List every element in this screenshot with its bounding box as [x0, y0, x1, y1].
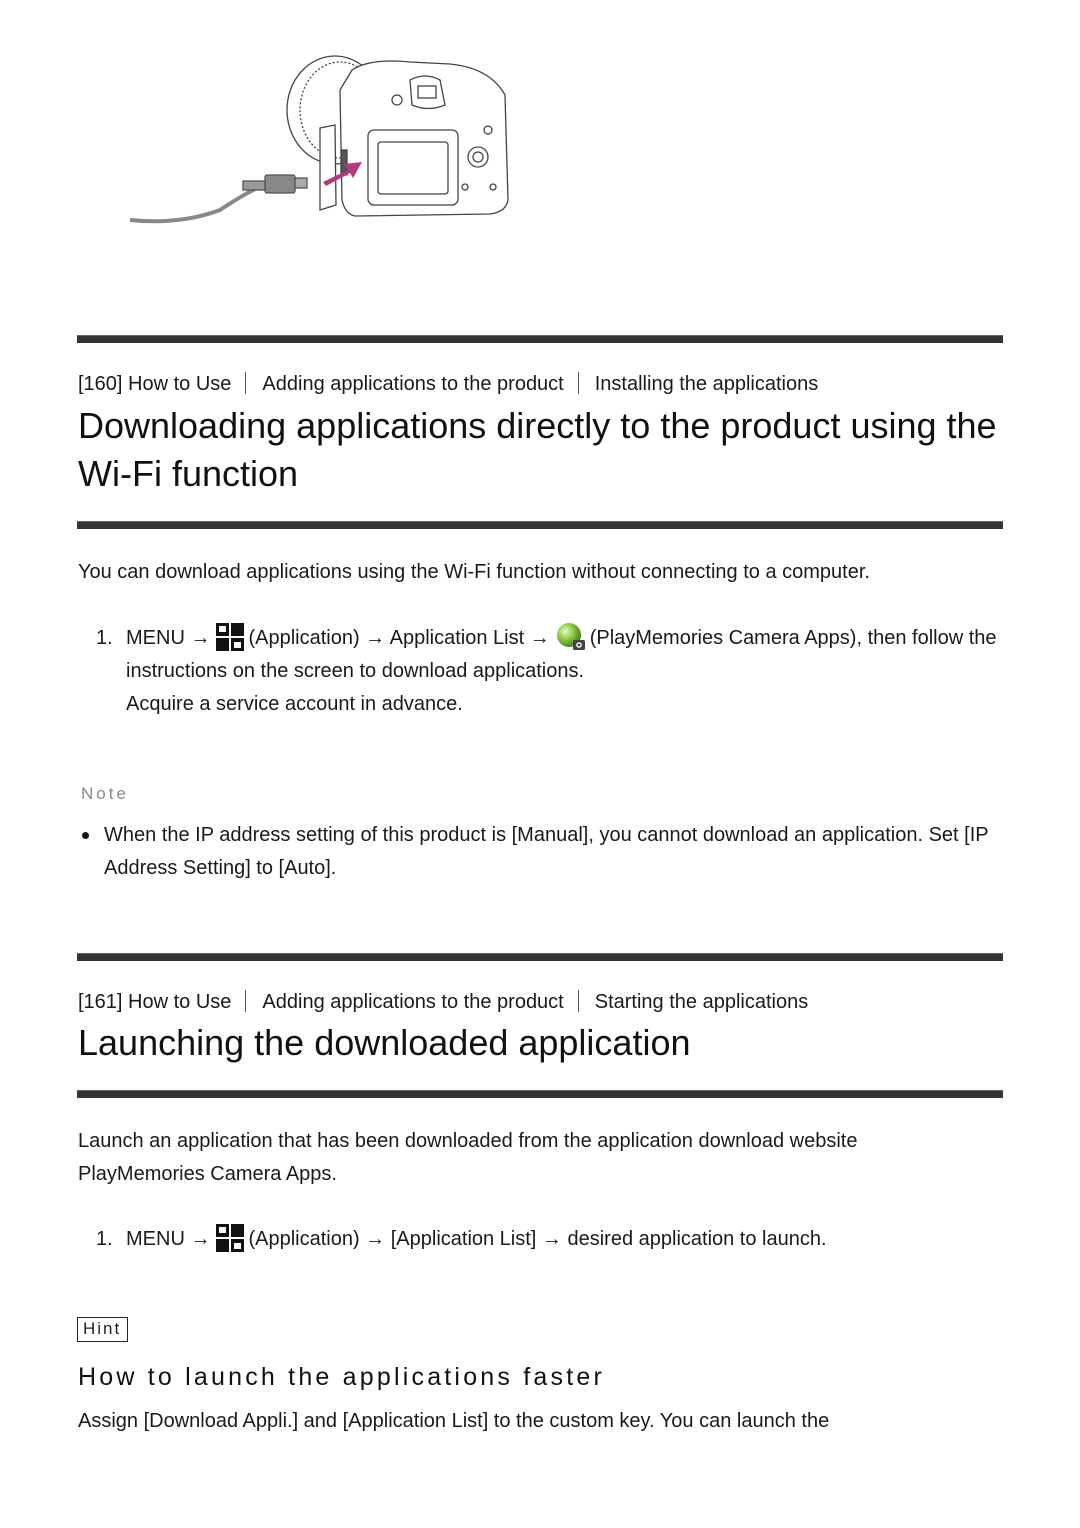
- application-icon: [216, 1224, 245, 1252]
- application-path-label: (Application) → [Application List] → des…: [248, 1228, 827, 1250]
- breadcrumb-item-installing-applications[interactable]: Installing the applications: [595, 373, 818, 395]
- hint-label: Hint: [77, 1317, 129, 1342]
- breadcrumb-separator: [245, 372, 247, 394]
- note-text: When the IP address setting of this prod…: [104, 824, 989, 879]
- bullet-dot: [82, 832, 89, 839]
- hint-text: Assign [Download Appli.] and [Applicatio…: [78, 1410, 830, 1432]
- menu-label: MENU →: [126, 627, 211, 649]
- step-extra-text: Acquire a service account in advance.: [126, 693, 463, 715]
- breadcrumb-separator: [577, 990, 579, 1012]
- camera-usb-connection-illustration-icon: [129, 55, 509, 224]
- step-number: 1.: [96, 627, 113, 649]
- breadcrumb-item-how-to-use[interactable]: How to Use: [128, 373, 231, 395]
- step-item: 1. MENU → (Application) → [Application L…: [96, 1223, 1006, 1256]
- step-item: 1. MENU → (Application) → Application Li…: [96, 622, 1006, 721]
- breadcrumb: [160] How to Use Adding applications to t…: [78, 372, 818, 396]
- note-item: When the IP address setting of this prod…: [82, 819, 1002, 885]
- breadcrumb-item-how-to-use[interactable]: How to Use: [128, 991, 231, 1013]
- section-divider: [77, 521, 1003, 529]
- section-divider: [77, 335, 1003, 343]
- application-icon: [216, 623, 245, 651]
- breadcrumb-index: [160]: [78, 373, 123, 395]
- page-title: Launching the downloaded application: [78, 1022, 691, 1063]
- breadcrumb-separator: [245, 990, 247, 1012]
- step-number: 1.: [96, 1228, 113, 1250]
- breadcrumb-item-adding-applications[interactable]: Adding applications to the product: [262, 991, 563, 1013]
- breadcrumb-item-adding-applications[interactable]: Adding applications to the product: [262, 373, 563, 395]
- breadcrumb: [161] How to Use Adding applications to t…: [78, 990, 808, 1014]
- note-label: Note: [81, 784, 129, 803]
- section-divider: [77, 953, 1003, 961]
- playmemories-camera-apps-icon: [556, 622, 586, 652]
- breadcrumb-separator: [577, 372, 579, 394]
- application-path-label: (Application) → Application List →: [248, 627, 550, 649]
- hint-title: How to launch the applications faster: [78, 1363, 605, 1391]
- section-divider: [77, 1090, 1003, 1098]
- menu-label: MENU →: [126, 1228, 211, 1250]
- intro-text: Launch an application that has been down…: [78, 1130, 858, 1185]
- breadcrumb-item-starting-applications[interactable]: Starting the applications: [595, 991, 808, 1013]
- breadcrumb-index: [161]: [78, 991, 123, 1013]
- intro-text: You can download applications using the …: [78, 561, 870, 583]
- page-title: Downloading applications directly to the…: [78, 405, 997, 494]
- camera-usb-illustration: [120, 50, 520, 230]
